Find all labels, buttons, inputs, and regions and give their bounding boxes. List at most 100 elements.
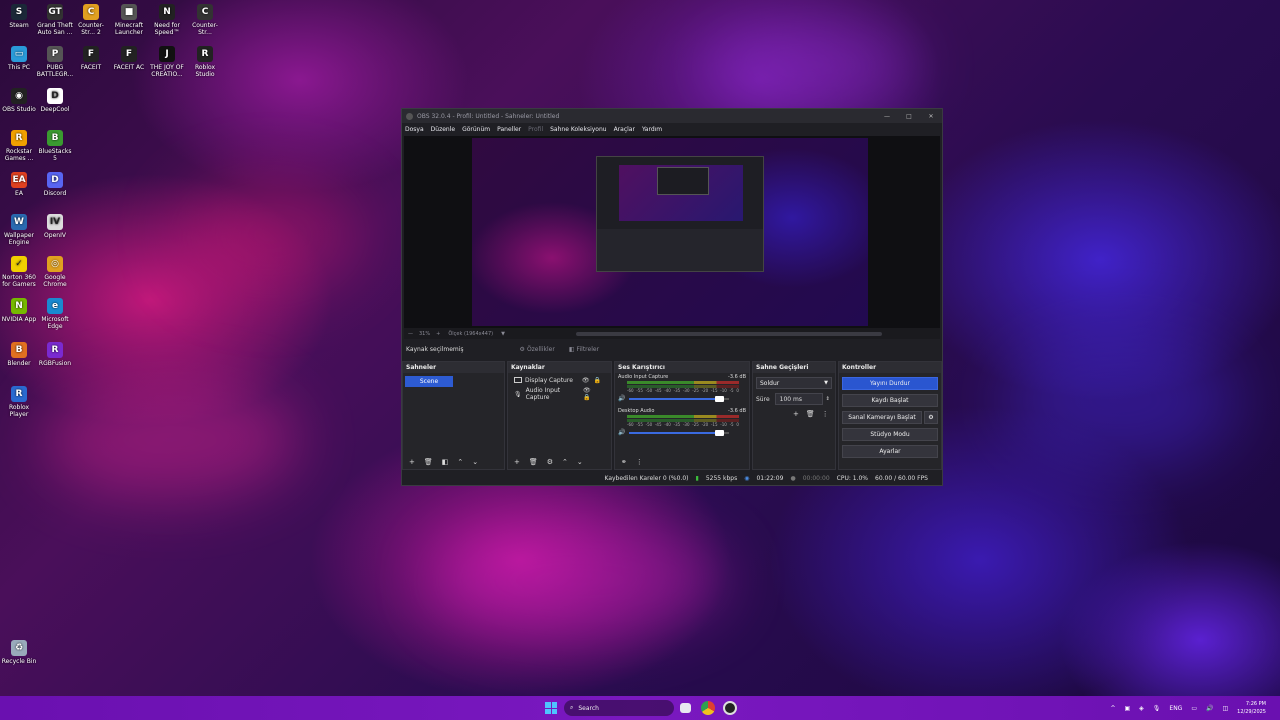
speaker-icon[interactable]: 🔊: [618, 429, 625, 436]
menu-sahne-koleksiyonu[interactable]: Sahne Koleksiyonu: [550, 126, 606, 133]
taskbar-search[interactable]: ⌕ Search: [564, 700, 674, 716]
chrome-icon[interactable]: [701, 701, 715, 715]
trash-icon[interactable]: 🗑: [529, 458, 538, 466]
chevron-up-icon[interactable]: ⌃: [457, 458, 463, 466]
add-icon[interactable]: +: [409, 458, 415, 466]
obs-preview[interactable]: [404, 136, 940, 328]
volume-handle[interactable]: [715, 395, 725, 402]
gear-icon[interactable]: ⚙: [924, 411, 938, 424]
desktop-icon[interactable]: B Blender: [0, 342, 38, 367]
volume-handle[interactable]: [715, 429, 725, 436]
menu-profil[interactable]: Profil: [528, 126, 543, 133]
chevron-down-icon[interactable]: ⌄: [577, 458, 583, 466]
stepper-icon[interactable]: ⇕: [826, 396, 830, 402]
desktop-icon[interactable]: EA EA: [0, 172, 38, 197]
lock-icon[interactable]: 🔒: [583, 394, 594, 401]
gear-icon[interactable]: ⚙: [547, 458, 553, 466]
lock-icon[interactable]: 🔒: [594, 377, 605, 384]
menu-paneller[interactable]: Paneller: [497, 126, 521, 133]
desktop-icon[interactable]: R Rockstar Games ...: [0, 130, 38, 162]
close-icon[interactable]: ✕: [920, 113, 942, 120]
battery-icon[interactable]: ◫: [1223, 705, 1229, 712]
desktop-icon[interactable]: GT Grand Theft Auto San ...: [36, 4, 74, 36]
desktop-icon[interactable]: ◉ OBS Studio: [0, 88, 38, 113]
volume-icon[interactable]: 🔊: [1206, 705, 1213, 712]
stop-stream-button[interactable]: Yayını Durdur: [842, 377, 938, 390]
chevron-up-icon[interactable]: ^: [1110, 705, 1115, 712]
file-explorer-icon[interactable]: [680, 703, 691, 713]
filter-icon[interactable]: ◧: [442, 458, 449, 466]
deepcool-icon: D: [47, 88, 63, 104]
desktop-icon[interactable]: ♻ Recycle Bin: [0, 640, 38, 665]
desktop-icon[interactable]: N NVIDIA App: [0, 298, 38, 323]
scale-dropdown-icon[interactable]: ▼: [501, 331, 505, 337]
properties-button[interactable]: ⚙ Özellikler: [520, 346, 555, 353]
preview-scrollbar[interactable]: [576, 331, 882, 336]
desktop-icon[interactable]: D Discord: [36, 172, 74, 197]
menu-araclar[interactable]: Araçlar: [614, 126, 635, 133]
source-item-audio-input[interactable]: 🎙 Audio Input Capture 👁🔒: [508, 387, 611, 401]
desktop-icon[interactable]: N Need for Speed™ Heat: [148, 4, 186, 36]
link-icon[interactable]: ⚭: [621, 458, 627, 466]
windows-start-icon[interactable]: [545, 702, 557, 714]
minimize-icon[interactable]: —: [876, 113, 898, 120]
more-icon[interactable]: ⋮: [636, 458, 643, 466]
desktop-icon[interactable]: ■ Minecraft Launcher: [110, 4, 148, 36]
volume-slider[interactable]: [629, 429, 730, 436]
desktop-icon[interactable]: ◎ Google Chrome: [36, 256, 74, 288]
network-icon[interactable]: ▭: [1191, 705, 1197, 712]
settings-button[interactable]: Ayarlar: [842, 445, 938, 458]
volume-slider[interactable]: [629, 395, 730, 402]
transition-select[interactable]: Soldur ▼: [756, 377, 832, 389]
speaker-icon[interactable]: 🔊: [618, 395, 625, 402]
menu-gorunum[interactable]: Görünüm: [462, 126, 490, 133]
desktop-icon[interactable]: C Counter-Str...: [186, 4, 224, 36]
trash-icon[interactable]: 🗑: [806, 410, 815, 418]
obs-titlebar[interactable]: OBS 32.0.4 - Profil: Untitled - Sahneler…: [402, 109, 942, 123]
menu-yardim[interactable]: Yardım: [642, 126, 662, 133]
tray-app-icon[interactable]: ▣: [1124, 705, 1130, 712]
scene-item[interactable]: Scene: [405, 376, 453, 387]
desktop-icon[interactable]: R Roblox Player: [0, 386, 38, 418]
desktop-icon[interactable]: S Steam: [0, 4, 38, 29]
desktop-icon[interactable]: B BlueStacks 5: [36, 130, 74, 162]
duration-input[interactable]: 100 ms: [774, 393, 823, 405]
clock[interactable]: 7:26 PM 12/29/2025: [1237, 700, 1266, 716]
language-indicator[interactable]: ENG: [1169, 705, 1182, 712]
desktop-icon[interactable]: IV OpenIV: [36, 214, 74, 239]
desktop-icon[interactable]: ▭ This PC: [0, 46, 38, 71]
tray-app-icon[interactable]: ◈: [1139, 705, 1144, 712]
maximize-icon[interactable]: □: [898, 113, 920, 120]
desktop-icon-label: OBS Studio: [2, 106, 36, 113]
desktop-icon[interactable]: F FACEIT AC: [110, 46, 148, 71]
start-virtual-camera-button[interactable]: Sanal Kamerayı Başlat: [842, 411, 922, 424]
desktop-icon[interactable]: F FACEIT: [72, 46, 110, 71]
eye-icon[interactable]: 👁: [582, 377, 594, 384]
menu-duzenle[interactable]: Düzenle: [431, 126, 455, 133]
desktop-icon[interactable]: D DeepCool: [36, 88, 74, 113]
desktop-icon[interactable]: R Roblox Studio: [186, 46, 224, 78]
studio-mode-button[interactable]: Stüdyo Modu: [842, 428, 938, 441]
desktop-icon[interactable]: P PUBG BATTLEGR...: [36, 46, 74, 78]
menu-dosya[interactable]: Dosya: [405, 126, 424, 133]
add-icon[interactable]: +: [793, 410, 799, 418]
zoom-in-icon[interactable]: +: [436, 331, 440, 337]
desktop-icon[interactable]: R RGBFusion: [36, 342, 74, 367]
desktop-icon[interactable]: W Wallpaper Engine: [0, 214, 38, 246]
source-item-display-capture[interactable]: Display Capture 👁🔒: [508, 373, 611, 387]
desktop-icon[interactable]: J THE JOY OF CREATIO...: [148, 46, 186, 78]
add-icon[interactable]: +: [514, 458, 520, 466]
desktop-icon[interactable]: C Counter-Str... 2: [72, 4, 110, 36]
obs-icon[interactable]: [723, 701, 737, 715]
desktop-icon[interactable]: e Microsoft Edge: [36, 298, 74, 330]
trash-icon[interactable]: 🗑: [424, 458, 433, 466]
microphone-icon[interactable]: 🎙: [1153, 705, 1161, 712]
filters-button[interactable]: ◧ Filtreler: [569, 346, 599, 353]
desktop-icon[interactable]: ✓ Norton 360 for Gamers: [0, 256, 38, 288]
start-recording-button[interactable]: Kaydı Başlat: [842, 394, 938, 407]
chevron-up-icon[interactable]: ⌃: [562, 458, 568, 466]
more-icon[interactable]: ⋮: [822, 410, 829, 418]
chevron-down-icon[interactable]: ⌄: [472, 458, 478, 466]
eye-icon[interactable]: 👁: [583, 387, 595, 394]
zoom-out-icon[interactable]: —: [408, 331, 413, 337]
